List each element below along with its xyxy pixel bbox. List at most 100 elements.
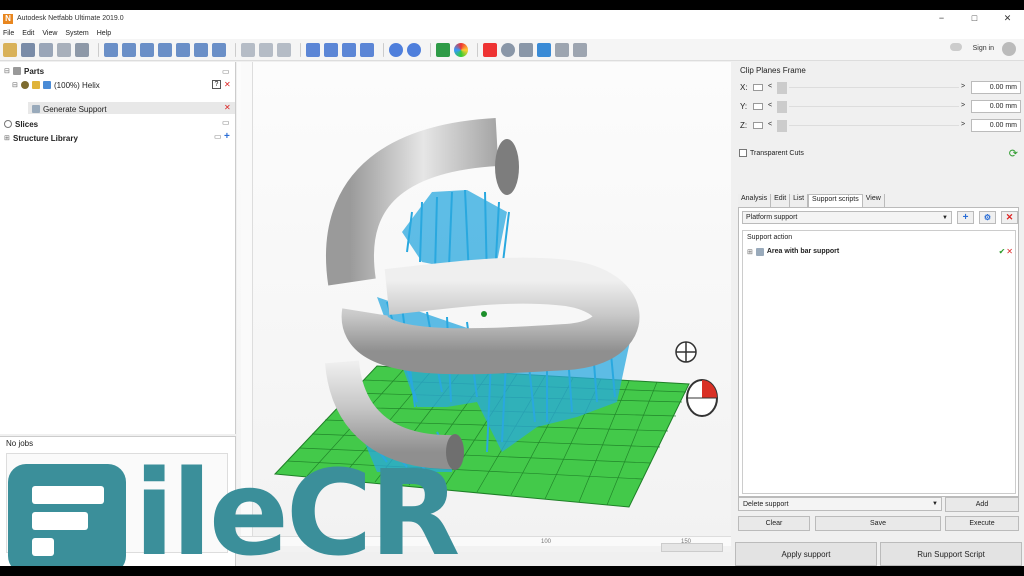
menu-help[interactable]: Help bbox=[97, 30, 111, 37]
support-mode-icon[interactable] bbox=[306, 42, 320, 57]
delete-support-value: Delete support bbox=[743, 501, 789, 508]
repair-icon[interactable] bbox=[436, 42, 450, 57]
clip-x-track[interactable] bbox=[789, 87, 959, 88]
part-status-icon[interactable]: ? bbox=[212, 80, 221, 89]
color-wheel-icon[interactable] bbox=[454, 42, 468, 57]
select-icon[interactable] bbox=[241, 42, 255, 57]
transparent-cuts-checkbox[interactable] bbox=[739, 149, 747, 157]
zoom-out-icon[interactable] bbox=[407, 42, 421, 57]
delete-part-icon[interactable]: ✕ bbox=[224, 80, 231, 89]
support-bar-icon[interactable] bbox=[324, 42, 338, 57]
menu-view[interactable]: View bbox=[42, 30, 57, 37]
tree-item-slices[interactable]: Slices bbox=[4, 118, 38, 130]
save-as-icon[interactable] bbox=[39, 42, 53, 57]
menu-system[interactable]: System bbox=[65, 30, 88, 37]
clip-x-slider[interactable] bbox=[777, 82, 787, 94]
tab-edit[interactable]: Edit bbox=[771, 194, 791, 207]
tree-item-helix[interactable]: ⊟ (100%) Helix bbox=[12, 79, 100, 91]
view-iso-icon[interactable] bbox=[212, 42, 226, 57]
folder-icon[interactable]: ▭ bbox=[214, 132, 222, 141]
clip-x-decrease[interactable]: < bbox=[768, 83, 772, 90]
print-icon[interactable] bbox=[57, 42, 71, 57]
close-button[interactable]: ✕ bbox=[991, 10, 1024, 27]
support-action-header: Support action bbox=[747, 234, 793, 241]
user-icon[interactable] bbox=[1002, 42, 1016, 56]
clip-x-value[interactable]: 0.00 mm bbox=[971, 81, 1021, 94]
support-area-icon[interactable] bbox=[360, 42, 374, 57]
clip-y-increase[interactable]: > bbox=[961, 102, 965, 109]
move-gizmo-icon[interactable] bbox=[675, 341, 697, 363]
clip-row-y: Y: < > 0.00 mm bbox=[733, 99, 1024, 115]
lock-icon[interactable] bbox=[573, 42, 587, 57]
clip-y-decrease[interactable]: < bbox=[768, 102, 772, 109]
delete-support-select[interactable]: Delete support ▼ bbox=[738, 497, 942, 511]
tab-view[interactable]: View bbox=[862, 194, 885, 207]
add-library-icon[interactable]: + bbox=[224, 131, 230, 142]
clip-x-increase[interactable]: > bbox=[961, 83, 965, 90]
clip-y-value[interactable]: 0.00 mm bbox=[971, 100, 1021, 113]
maximize-button[interactable]: □ bbox=[958, 10, 991, 27]
delete-icon[interactable]: ✕ bbox=[1006, 247, 1013, 256]
viewport-scroll-button[interactable] bbox=[661, 543, 723, 552]
minimize-button[interactable]: − bbox=[925, 10, 958, 27]
clip-z-value[interactable]: 0.00 mm bbox=[971, 119, 1021, 132]
clip-z-track[interactable] bbox=[789, 125, 959, 126]
view-right-icon[interactable] bbox=[158, 42, 172, 57]
tree-item-library[interactable]: ⊞ Structure Library bbox=[4, 132, 78, 144]
view-left-icon[interactable] bbox=[140, 42, 154, 57]
run-support-script-button[interactable]: Run Support Script bbox=[880, 542, 1022, 566]
platform-support-select[interactable]: Platform support ▼ bbox=[742, 211, 952, 224]
view-back-icon[interactable] bbox=[122, 42, 136, 57]
zoom-in-icon[interactable] bbox=[389, 42, 403, 57]
menu-file[interactable]: File bbox=[3, 30, 14, 37]
collapse-icon[interactable]: ⊟ bbox=[12, 81, 19, 89]
open-folder-icon[interactable] bbox=[3, 42, 17, 57]
tree-item-generate-support[interactable]: Generate Support bbox=[32, 103, 107, 115]
support-action-item[interactable]: ⊞ Area with bar support ✔ ✕ bbox=[747, 246, 1013, 257]
signin-link[interactable]: Sign in bbox=[973, 45, 994, 52]
clip-z-increase[interactable]: > bbox=[961, 121, 965, 128]
add-button[interactable]: Add bbox=[945, 497, 1019, 512]
tab-analysis[interactable]: Analysis bbox=[738, 194, 772, 207]
folder-icon[interactable]: ▭ bbox=[222, 67, 230, 76]
clip-z-slider[interactable] bbox=[777, 120, 787, 132]
tab-list[interactable]: List bbox=[790, 194, 809, 207]
clear-button[interactable]: Clear bbox=[738, 516, 810, 531]
collapse-icon[interactable]: ⊟ bbox=[4, 67, 11, 75]
save-icon[interactable] bbox=[21, 42, 35, 57]
clip-x-checkbox[interactable] bbox=[753, 84, 763, 91]
view-bottom-icon[interactable] bbox=[194, 42, 208, 57]
save-button[interactable]: Save bbox=[815, 516, 941, 531]
clip-y-track[interactable] bbox=[789, 106, 959, 107]
transparent-cuts-option[interactable]: Transparent Cuts bbox=[739, 149, 804, 157]
folder-icon[interactable]: ▭ bbox=[222, 118, 230, 127]
clip-z-checkbox[interactable] bbox=[753, 122, 763, 129]
support-tree-icon[interactable] bbox=[342, 42, 356, 57]
tree-item-parts[interactable]: ⊟ Parts bbox=[4, 65, 44, 77]
expand-icon[interactable]: ⊞ bbox=[747, 248, 753, 256]
move-icon[interactable] bbox=[259, 42, 273, 57]
tab-support-scripts[interactable]: Support scripts bbox=[808, 194, 863, 207]
clip-y-slider[interactable] bbox=[777, 101, 787, 113]
clip-z-decrease[interactable]: < bbox=[768, 121, 772, 128]
expand-icon[interactable]: ⊞ bbox=[4, 134, 11, 142]
section-icon[interactable] bbox=[519, 42, 533, 57]
remove-action-button[interactable]: ✕ bbox=[1001, 211, 1018, 224]
measure-icon[interactable] bbox=[501, 42, 515, 57]
add-action-button[interactable]: + bbox=[957, 211, 974, 224]
zoom-icon[interactable] bbox=[277, 42, 291, 57]
delete-support-icon[interactable]: ✕ bbox=[224, 103, 231, 112]
apply-support-button[interactable]: Apply support bbox=[735, 542, 877, 566]
execute-button[interactable]: Execute bbox=[945, 516, 1019, 531]
export-icon[interactable] bbox=[75, 42, 89, 57]
settings-icon[interactable] bbox=[555, 42, 569, 57]
refresh-icon[interactable]: ⟳ bbox=[1009, 147, 1018, 160]
view-top-icon[interactable] bbox=[176, 42, 190, 57]
view-front-icon[interactable] bbox=[104, 42, 118, 57]
share-icon[interactable] bbox=[537, 42, 551, 57]
action-settings-button[interactable]: ⚙ bbox=[979, 211, 996, 224]
add-part-icon[interactable] bbox=[483, 42, 497, 57]
menu-edit[interactable]: Edit bbox=[22, 30, 34, 37]
check-icon[interactable]: ✔ bbox=[999, 247, 1006, 256]
clip-y-checkbox[interactable] bbox=[753, 103, 763, 110]
